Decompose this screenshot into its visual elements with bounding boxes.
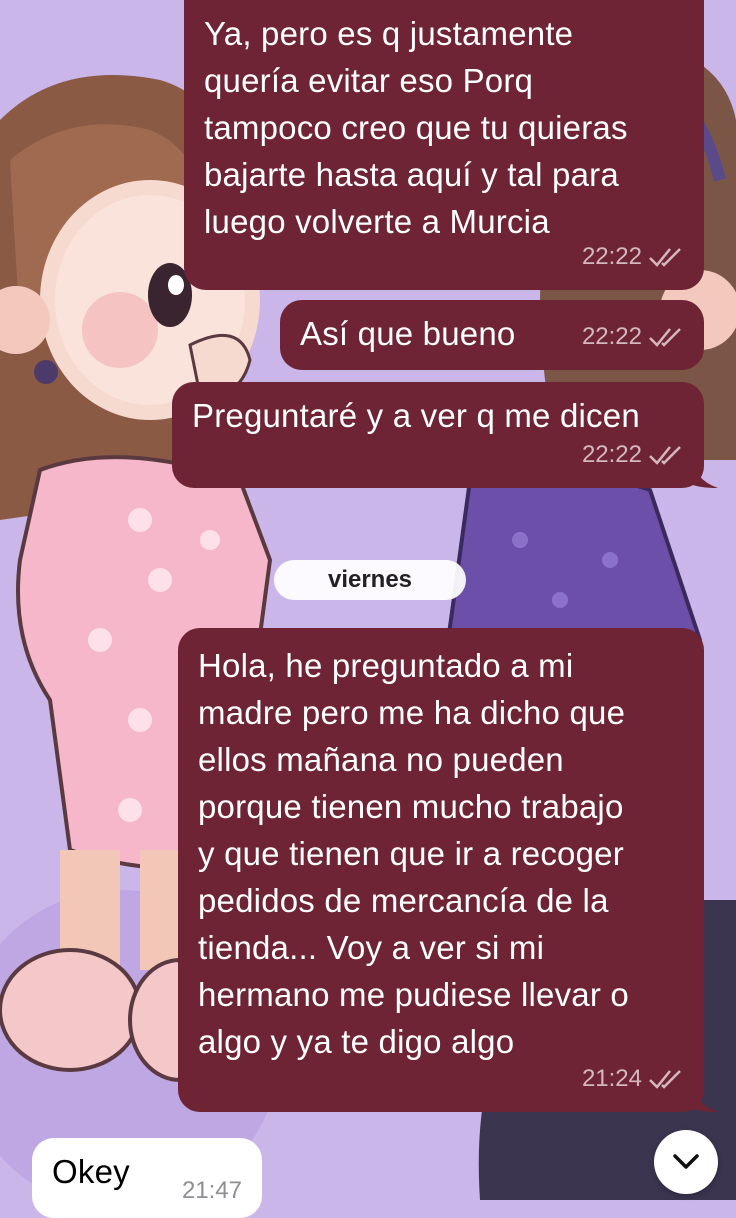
message-bubble-outgoing[interactable]: Hola, he preguntado a mi madre pero me h… bbox=[178, 628, 718, 1112]
message-meta: 21:24 bbox=[582, 1055, 684, 1102]
chevron-down-icon bbox=[673, 1154, 699, 1169]
message-time: 21:24 bbox=[581, 1065, 642, 1092]
message-text-line: porque tienen mucho trabajo bbox=[198, 788, 624, 825]
message-meta: 22:22 bbox=[582, 431, 684, 478]
message-text-line: y que tienen que ir a recoger bbox=[198, 835, 624, 872]
date-separator-label: viernes bbox=[327, 566, 413, 593]
message-meta: 22:22 bbox=[582, 233, 684, 280]
message-time: 22:22 bbox=[581, 323, 642, 350]
message-bubble-incoming[interactable]: Okey 21:47 bbox=[32, 1138, 262, 1218]
message-bubble-outgoing[interactable]: Ya, pero es q justamente quería evitar e… bbox=[184, 0, 704, 290]
message-time: 22:22 bbox=[581, 243, 642, 270]
message-text-line: tienda... Voy a ver si mi bbox=[198, 929, 545, 966]
bubble-tail bbox=[690, 1078, 718, 1112]
message-meta: 22:22 bbox=[582, 313, 684, 360]
date-separator: viernes bbox=[274, 560, 466, 600]
message-bubble-outgoing[interactable]: Así que bueno 22:22 bbox=[280, 300, 704, 370]
bubble-tail bbox=[690, 454, 718, 488]
message-text-line: madre pero me ha dicho que bbox=[198, 694, 626, 731]
chat-messages: Ya, pero es q justamente quería evitar e… bbox=[0, 0, 736, 1218]
message-bubble-outgoing[interactable]: Preguntaré y a ver q me dicen 22:22 bbox=[172, 382, 718, 488]
message-time: 22:22 bbox=[581, 441, 642, 468]
double-check-icon bbox=[649, 445, 681, 465]
message-text-line: Hola, he preguntado a mi bbox=[198, 647, 574, 684]
message-text-line: quería evitar eso Porq bbox=[204, 62, 534, 99]
message-text-line: Ya, pero es q justamente bbox=[204, 15, 574, 52]
message-meta: 21:47 bbox=[182, 1167, 242, 1214]
scroll-to-bottom-button[interactable] bbox=[654, 1130, 718, 1194]
double-check-icon bbox=[649, 247, 681, 267]
double-check-icon bbox=[649, 1069, 681, 1089]
message-text-line: ellos mañana no pueden bbox=[198, 741, 564, 778]
message-time: 21:47 bbox=[181, 1177, 242, 1204]
message-text-line: pedidos de mercancía de la bbox=[198, 882, 609, 919]
message-text-line: hermano me pudiese llevar o bbox=[198, 976, 629, 1013]
message-text-line: tampoco creo que tu quieras bbox=[204, 109, 628, 146]
message-text-line: bajarte hasta aquí y tal para bbox=[204, 156, 619, 193]
double-check-icon bbox=[649, 327, 681, 347]
